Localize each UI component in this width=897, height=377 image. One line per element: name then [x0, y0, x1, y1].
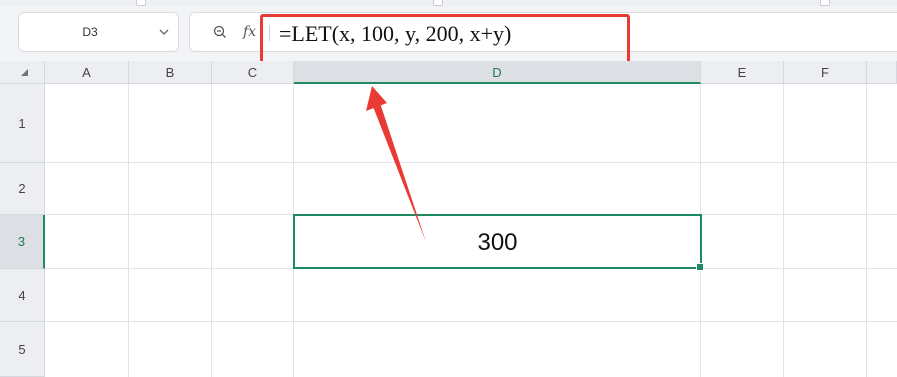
annotation-arrow [366, 86, 426, 242]
